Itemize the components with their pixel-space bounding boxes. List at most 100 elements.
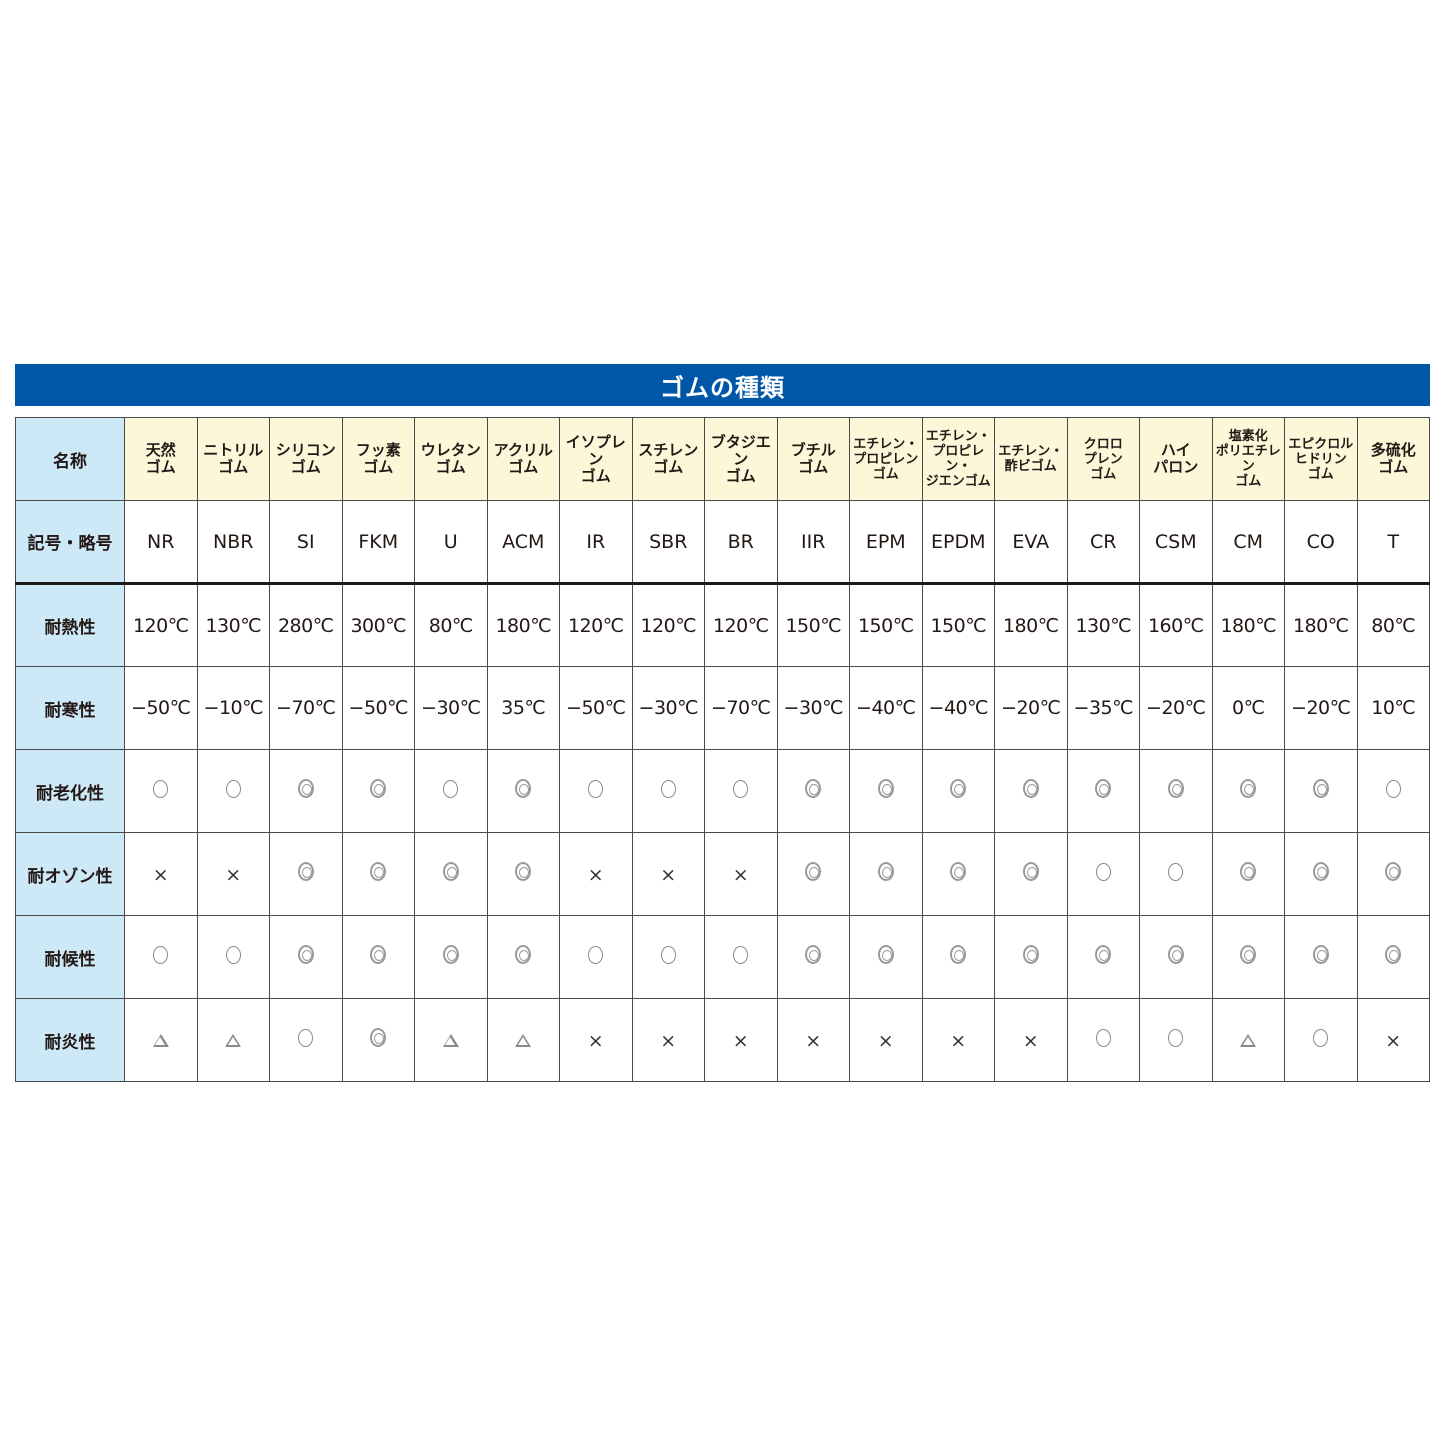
rubber-name-cell: ハイ パロン	[1139, 417, 1213, 501]
circle-icon	[225, 946, 241, 964]
ozone-rating-cell	[1211, 832, 1285, 916]
ozone-rating-cell: ×	[704, 832, 778, 916]
rubber-name-cell: エチレン・ プロピレン ゴム	[849, 417, 923, 501]
ozone-rating-cell	[776, 832, 850, 916]
aging-rating-cell	[124, 749, 198, 833]
double-circle-icon	[1167, 779, 1184, 798]
triangle-icon	[515, 1034, 532, 1047]
weather-rating-cell	[124, 915, 198, 999]
row-label-name: 名称	[15, 417, 125, 501]
rubber-name-cell: シリコン ゴム	[269, 417, 343, 501]
triangle-icon	[152, 1034, 169, 1047]
rubber-name-cell: クロロ プレン ゴム	[1066, 417, 1140, 501]
rubber-abbr-cell: T	[1356, 500, 1430, 585]
cross-icon: ×	[1022, 1030, 1039, 1052]
triangle-icon	[225, 1034, 242, 1047]
weather-rating-cell	[631, 915, 705, 999]
cold-temp-cell: −70℃	[704, 666, 778, 750]
cold-temp-cell: −20℃	[1139, 666, 1213, 750]
rubber-abbr-cell: EVA	[994, 500, 1068, 585]
row-abbr: 記号・略号 NR NBR SI FKM U ACM IR SBR BR IIR EPM EPDM EVA C…	[15, 500, 1430, 585]
flame-rating-cell: ×	[921, 998, 995, 1082]
flame-rating-cell	[1066, 998, 1140, 1082]
heat-temp-cell: 80℃	[414, 583, 488, 667]
double-circle-icon	[1240, 862, 1257, 881]
rubber-abbr-cell: U	[414, 500, 488, 585]
double-circle-icon	[1095, 779, 1112, 798]
double-circle-icon	[1312, 945, 1329, 964]
double-circle-icon	[1167, 945, 1184, 964]
cross-icon: ×	[877, 1030, 894, 1052]
circle-icon	[588, 946, 604, 964]
flame-rating-cell: ×	[559, 998, 633, 1082]
circle-icon	[733, 780, 749, 798]
aging-rating-cell	[704, 749, 778, 833]
weather-rating-cell	[1356, 915, 1430, 999]
circle-icon	[660, 780, 676, 798]
ozone-rating-cell	[1284, 832, 1358, 916]
rubber-abbr-cell: ACM	[486, 500, 560, 585]
ozone-rating-cell: ×	[124, 832, 198, 916]
row-heat: 耐熱性 120℃ 130℃ 280℃ 300℃ 80℃ 180℃ 120℃ 120℃ 120℃ 15…	[15, 583, 1430, 667]
rubber-name-cell: アクリル ゴム	[486, 417, 560, 501]
flame-rating-cell: ×	[704, 998, 778, 1082]
rubber-name-cell: 天然 ゴム	[124, 417, 198, 501]
row-label-abbr: 記号・略号	[15, 500, 125, 585]
row-label-heat: 耐熱性	[15, 583, 125, 667]
row-cold: 耐寒性 −50℃ −10℃ −70℃ −50℃ −30℃ 35℃ −50℃ −30℃ −70℃ −3…	[15, 666, 1430, 750]
rubber-name-cell: ブタジエン ゴム	[704, 417, 778, 501]
rubber-abbr-cell: SBR	[631, 500, 705, 585]
heat-temp-cell: 120℃	[631, 583, 705, 667]
heat-temp-cell: 120℃	[559, 583, 633, 667]
table-title: ゴムの種類	[15, 364, 1430, 406]
double-circle-icon	[950, 862, 967, 881]
flame-rating-cell	[196, 998, 270, 1082]
weather-rating-cell	[994, 915, 1068, 999]
weather-rating-cell	[414, 915, 488, 999]
ozone-rating-cell	[486, 832, 560, 916]
aging-rating-cell	[414, 749, 488, 833]
aging-rating-cell	[341, 749, 415, 833]
double-circle-icon	[1385, 862, 1402, 881]
rubber-name-cell: ブチル ゴム	[776, 417, 850, 501]
flame-rating-cell	[1139, 998, 1213, 1082]
double-circle-icon	[805, 862, 822, 881]
flame-rating-cell	[124, 998, 198, 1082]
double-circle-icon	[1240, 779, 1257, 798]
row-label-cold: 耐寒性	[15, 666, 125, 750]
cold-temp-cell: −30℃	[776, 666, 850, 750]
rubber-name-cell: フッ素 ゴム	[341, 417, 415, 501]
rubber-types-table: 名称 天然 ゴム ニトリル ゴム シリコン ゴム フッ素 ゴム ウレタン ゴム アクリル ゴム イソプレン…	[15, 417, 1430, 1082]
weather-rating-cell	[269, 915, 343, 999]
rubber-abbr-cell: CM	[1211, 500, 1285, 585]
weather-rating-cell	[486, 915, 560, 999]
cold-temp-cell: −50℃	[124, 666, 198, 750]
flame-rating-cell	[1211, 998, 1285, 1082]
rubber-abbr-cell: EPM	[849, 500, 923, 585]
double-circle-icon	[1240, 945, 1257, 964]
rubber-name-cell: エチレン・ プロピレン・ ジエンゴム	[921, 417, 995, 501]
weather-rating-cell	[1066, 915, 1140, 999]
double-circle-icon	[1022, 945, 1039, 964]
ozone-rating-cell	[921, 832, 995, 916]
flame-rating-cell	[486, 998, 560, 1082]
flame-rating-cell: ×	[1356, 998, 1430, 1082]
ozone-rating-cell	[414, 832, 488, 916]
circle-icon	[733, 946, 749, 964]
double-circle-icon	[1095, 945, 1112, 964]
heat-temp-cell: 150℃	[776, 583, 850, 667]
ozone-rating-cell	[1356, 832, 1430, 916]
cold-temp-cell: −70℃	[269, 666, 343, 750]
rubber-abbr-cell: FKM	[341, 500, 415, 585]
ozone-rating-cell	[341, 832, 415, 916]
cross-icon: ×	[805, 1030, 822, 1052]
row-label-aging: 耐老化性	[15, 749, 125, 833]
rubber-abbr-cell: EPDM	[921, 500, 995, 585]
heat-temp-cell: 180℃	[1211, 583, 1285, 667]
rubber-name-cell: 多硫化 ゴム	[1356, 417, 1430, 501]
double-circle-icon	[950, 779, 967, 798]
triangle-icon	[442, 1034, 459, 1047]
circle-icon	[153, 780, 169, 798]
ozone-rating-cell: ×	[196, 832, 270, 916]
aging-rating-cell	[196, 749, 270, 833]
